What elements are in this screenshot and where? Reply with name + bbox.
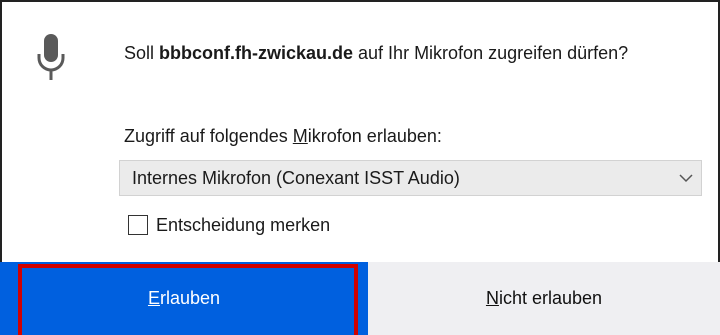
deny-accesskey: N bbox=[485, 288, 499, 308]
microphone-select[interactable]: Internes Mikrofon (Conexant ISST Audio) bbox=[119, 160, 702, 196]
deny-button-label: Nicht erlauben bbox=[486, 288, 602, 309]
microphone-icon bbox=[36, 32, 66, 84]
allow-button-label: Erlauben bbox=[148, 288, 220, 309]
remember-decision-checkbox[interactable] bbox=[128, 215, 148, 235]
mic-label-before: Zugriff auf folgendes bbox=[124, 126, 293, 146]
chevron-down-icon bbox=[671, 173, 701, 183]
mic-label-accesskey: M bbox=[292, 126, 308, 146]
allow-accesskey: E bbox=[147, 288, 160, 308]
frame-top-border bbox=[0, 0, 720, 2]
mic-label-after: ikrofon erlauben: bbox=[307, 126, 442, 146]
allow-button[interactable]: Erlauben bbox=[0, 262, 368, 335]
allow-rest: rlauben bbox=[159, 288, 221, 308]
prompt-host: bbbconf.fh-zwickau.de bbox=[159, 43, 354, 63]
permission-prompt-text: Soll bbbconf.fh-zwickau.de auf Ihr Mikro… bbox=[124, 38, 684, 68]
deny-button[interactable]: Nicht erlauben bbox=[368, 262, 720, 335]
deny-rest: icht erlauben bbox=[498, 288, 603, 308]
remember-decision-label: Entscheidung merken bbox=[156, 214, 331, 235]
microphone-select-value: Internes Mikrofon (Conexant ISST Audio) bbox=[132, 167, 460, 188]
prompt-prefix: Soll bbox=[124, 43, 160, 63]
microphone-select-label: Zugriff auf folgendes Mikrofon erlauben: bbox=[124, 121, 442, 151]
remember-decision-row[interactable]: Entscheidung merken bbox=[128, 210, 330, 240]
prompt-suffix: auf Ihr Mikrofon zugreifen dürfen? bbox=[353, 43, 629, 63]
button-bar: Erlauben Nicht erlauben bbox=[0, 262, 720, 335]
